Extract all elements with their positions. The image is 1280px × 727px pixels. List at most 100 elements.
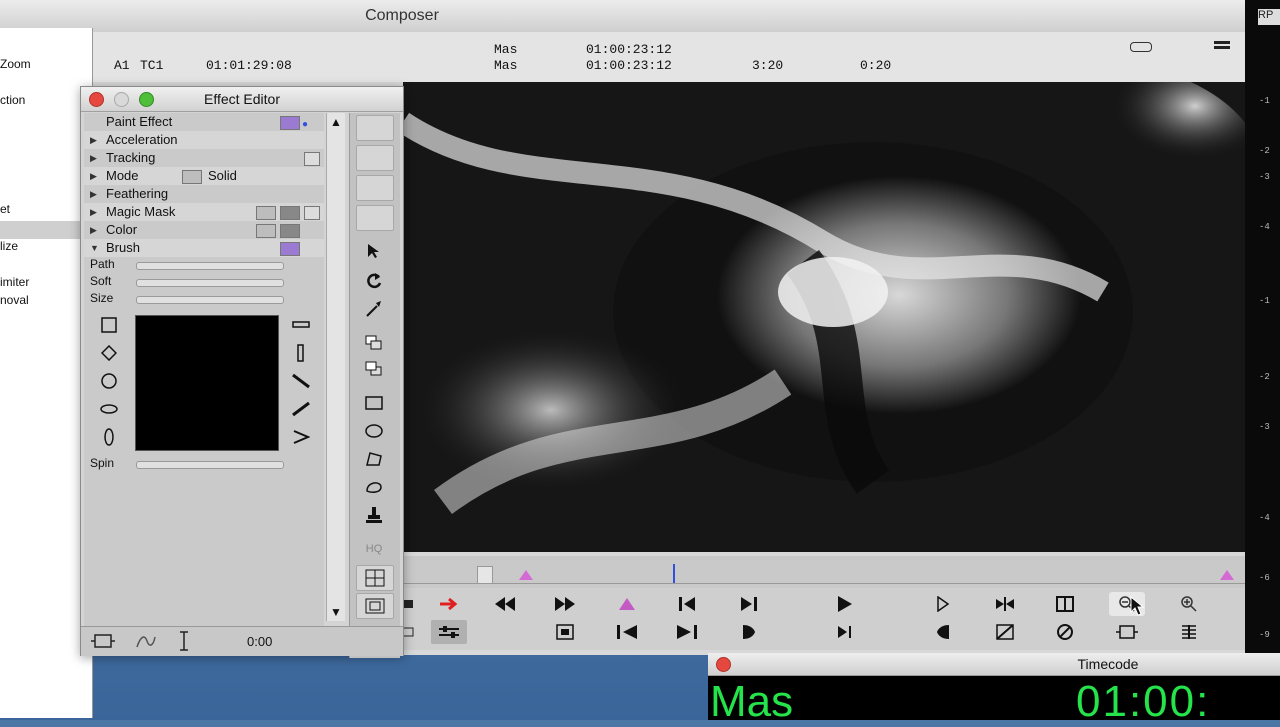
diagonal-up-brush-button[interactable] — [288, 397, 314, 421]
horizontal-line-brush-button[interactable] — [288, 313, 314, 337]
polygon-tool[interactable] — [356, 447, 392, 471]
disclosure-triangle-icon[interactable]: ▶ — [90, 131, 97, 149]
composer-titlebar[interactable]: Composer — [0, 0, 1245, 33]
trim-settings-button[interactable] — [431, 620, 467, 644]
split-view-button[interactable] — [1047, 592, 1083, 616]
diamond-brush-button[interactable] — [96, 341, 122, 365]
left-item-zoom[interactable]: Zoom — [0, 57, 31, 71]
clear-marks-button[interactable] — [1047, 620, 1083, 644]
safe-area-button[interactable] — [356, 593, 394, 619]
rectangle-tool[interactable] — [356, 391, 392, 415]
path-slider[interactable] — [136, 262, 284, 270]
position-bar-handle[interactable] — [477, 566, 493, 584]
disclosure-triangle-icon[interactable]: ▶ — [90, 149, 97, 167]
stamp-tool[interactable] — [356, 503, 392, 527]
curve-tool[interactable] — [356, 475, 392, 499]
lift-extract-button[interactable] — [431, 592, 467, 616]
selection-tool[interactable] — [356, 239, 392, 263]
param-row-mode[interactable]: ▶ Mode Solid — [84, 167, 324, 185]
effect-list-scrollbar[interactable]: ▲ ▼ — [326, 113, 345, 621]
disclosure-triangle-open-icon[interactable]: ▼ — [90, 239, 99, 257]
size-slider[interactable] — [136, 296, 284, 304]
step-back-button[interactable] — [669, 592, 705, 616]
tool-slot-2[interactable] — [356, 145, 394, 171]
param-row-color[interactable]: ▶ Color — [84, 221, 324, 239]
disclosure-triangle-icon[interactable]: ▶ — [90, 185, 97, 203]
keyframe-graph-button[interactable] — [135, 633, 157, 652]
mark-out-button[interactable] — [731, 620, 767, 644]
grid-button[interactable] — [356, 565, 394, 591]
brush-tool[interactable] — [356, 297, 392, 321]
loop-button[interactable] — [987, 592, 1023, 616]
play-button[interactable] — [827, 592, 863, 616]
play-in-out-button[interactable] — [925, 592, 961, 616]
color-swatch[interactable] — [280, 206, 300, 220]
param-row-acceleration[interactable]: ▶ Acceleration — [84, 131, 324, 149]
audio-scrub-button[interactable] — [1171, 620, 1207, 644]
send-backward-tool[interactable] — [356, 357, 392, 381]
color-swatch[interactable] — [280, 224, 300, 238]
mode-menu-icon[interactable] — [182, 170, 202, 184]
mark-in-indicator[interactable] — [519, 570, 533, 580]
diagonal-down-brush-button[interactable] — [288, 369, 314, 393]
mode-value[interactable]: Solid — [208, 167, 237, 185]
mark-clip-button[interactable] — [547, 620, 583, 644]
tool-slot-1[interactable] — [356, 115, 394, 141]
param-row-brush[interactable]: ▼ Brush — [84, 239, 324, 257]
left-item-noval[interactable]: noval — [0, 293, 29, 307]
render-effect-button[interactable] — [987, 620, 1023, 644]
brush-effect-icon[interactable] — [280, 242, 300, 256]
rewind-button[interactable] — [487, 592, 523, 616]
fast-forward-button[interactable] — [547, 592, 583, 616]
effect-icon[interactable] — [280, 116, 300, 130]
effect-editor-titlebar[interactable]: Effect Editor — [81, 87, 403, 112]
arrow-brush-button[interactable] — [288, 425, 314, 449]
oval-tool[interactable] — [356, 419, 392, 443]
square-brush-button[interactable] — [96, 313, 122, 337]
disclosure-triangle-icon[interactable]: ▶ — [90, 167, 97, 185]
filmstrip-footer-button[interactable] — [91, 633, 115, 652]
vertical-line-brush-button[interactable] — [288, 341, 314, 365]
text-cursor-button[interactable] — [179, 631, 189, 654]
param-row-magic-mask[interactable]: ▶ Magic Mask — [84, 203, 324, 221]
step-forward-button[interactable] — [731, 592, 767, 616]
scroll-up-icon[interactable]: ▲ — [330, 115, 342, 129]
left-item-lize[interactable]: lize — [0, 239, 18, 253]
bring-forward-tool[interactable] — [356, 331, 392, 355]
param-row-tracking[interactable]: ▶ Tracking — [84, 149, 324, 167]
position-indicator[interactable] — [673, 564, 675, 584]
eyedropper-icon[interactable] — [256, 206, 276, 220]
vertical-ellipse-brush-button[interactable] — [96, 425, 122, 449]
scroll-down-icon[interactable]: ▼ — [330, 605, 342, 619]
hq-toggle[interactable]: HQ — [356, 537, 392, 561]
mark-out-indicator[interactable] — [1220, 570, 1234, 580]
ellipse-brush-button[interactable] — [96, 397, 122, 421]
soft-slider[interactable] — [136, 279, 284, 287]
magic-mask-toggle[interactable] — [304, 206, 320, 220]
left-item-imiter[interactable]: imiter — [0, 275, 29, 289]
play-to-end-button[interactable] — [827, 620, 863, 644]
position-bar[interactable] — [403, 556, 1245, 588]
zoom-in-button[interactable] — [1171, 592, 1207, 616]
tracking-toggle[interactable] — [304, 152, 320, 166]
link-icon[interactable] — [1130, 42, 1152, 52]
disclosure-triangle-icon[interactable]: ▶ — [90, 221, 97, 239]
timecode-titlebar[interactable]: Timecode — [708, 653, 1280, 676]
mark-in-alt-button[interactable] — [925, 620, 961, 644]
video-monitor[interactable] — [403, 82, 1245, 552]
spin-slider[interactable] — [136, 461, 284, 469]
mark-in-button[interactable] — [609, 592, 645, 616]
left-item-et[interactable]: et — [0, 202, 10, 216]
tool-slot-4[interactable] — [356, 205, 394, 231]
rotate-tool[interactable] — [356, 269, 392, 293]
circle-brush-button[interactable] — [96, 369, 122, 393]
eyedropper-icon[interactable] — [256, 224, 276, 238]
menu-icon[interactable] — [1214, 40, 1230, 52]
param-row-paint-effect[interactable]: Paint Effect ● — [84, 113, 324, 131]
go-to-in-button[interactable] — [609, 620, 645, 644]
tool-slot-3[interactable] — [356, 175, 394, 201]
param-row-feathering[interactable]: ▶ Feathering — [84, 185, 324, 203]
go-to-out-button[interactable] — [669, 620, 705, 644]
disclosure-triangle-icon[interactable]: ▶ — [90, 203, 97, 221]
left-item-ction[interactable]: ction — [0, 93, 25, 107]
